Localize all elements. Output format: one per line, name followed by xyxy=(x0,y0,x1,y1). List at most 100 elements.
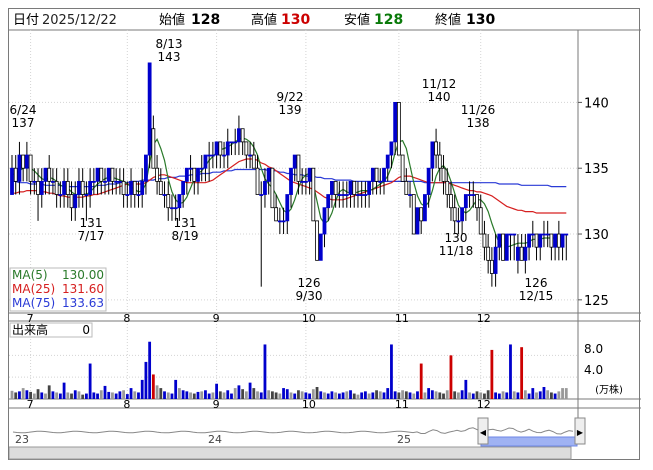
candle-body xyxy=(404,180,409,195)
candle-body xyxy=(28,154,33,182)
volume-bar xyxy=(204,390,207,399)
close-value: 130 xyxy=(466,12,495,28)
candle-body xyxy=(337,194,342,196)
volume-bar xyxy=(70,393,73,399)
candle-body xyxy=(311,167,316,222)
candle-body xyxy=(207,154,212,157)
candle-body xyxy=(251,154,256,169)
candle-body xyxy=(489,259,494,274)
month-label: 9 xyxy=(213,312,220,325)
annotation-date: 8/19 xyxy=(172,229,199,243)
candle-body xyxy=(173,207,178,210)
volume-bar xyxy=(494,392,497,399)
volume-bar xyxy=(155,385,159,399)
candle-body xyxy=(24,154,29,169)
close-label: 終値 xyxy=(435,12,461,28)
candle-body xyxy=(542,233,546,236)
candle-body xyxy=(270,167,275,209)
candle-body xyxy=(129,180,133,195)
navigator-label-24: 24 xyxy=(208,433,222,446)
candle-body xyxy=(545,233,550,236)
annotation-date: 7/17 xyxy=(78,229,105,243)
price-tick-label: 140 xyxy=(584,96,609,111)
volume-bar xyxy=(319,391,323,399)
volume-bar xyxy=(349,390,352,399)
volume-bar xyxy=(285,389,289,399)
volume-bar xyxy=(73,390,77,399)
candle-body xyxy=(318,233,323,261)
volume-bar xyxy=(207,393,211,399)
volume-bar xyxy=(516,392,520,399)
candle-body xyxy=(411,194,416,235)
candle-body xyxy=(456,220,461,223)
price-tick-label: 130 xyxy=(584,228,609,243)
low-value: 128 xyxy=(374,12,403,28)
candle-body xyxy=(475,194,479,209)
volume-bar xyxy=(174,379,178,399)
candle-body xyxy=(341,194,345,196)
volume-bar xyxy=(471,393,475,399)
volume-bar xyxy=(501,391,505,399)
candle-body xyxy=(237,128,241,143)
candle-body xyxy=(117,180,122,183)
volume-bar xyxy=(326,393,330,399)
candle-body xyxy=(281,220,286,223)
price-tick-label: 135 xyxy=(584,162,609,177)
volume-bar xyxy=(390,344,393,399)
month-label: 10 xyxy=(302,312,316,325)
ma-legend: MA(5) 130.00 MA(25) 131.60 MA(75) 133.63 xyxy=(9,267,107,312)
volume-bar xyxy=(256,391,259,399)
period-navigator[interactable]: ◀ ▶ 23 24 25 xyxy=(8,417,586,460)
candle-body xyxy=(441,167,446,182)
candle-body xyxy=(385,154,390,169)
volume-bar xyxy=(137,392,140,399)
ma25-value: 131.60 xyxy=(62,282,104,296)
candle-body xyxy=(382,167,386,182)
volume-bar xyxy=(297,390,300,399)
annotation-date: 6/24 xyxy=(10,103,37,117)
candle-body xyxy=(434,141,438,156)
candle-body xyxy=(147,62,152,156)
volume-bar xyxy=(44,393,47,399)
candle-body xyxy=(248,154,252,157)
navigator-history-line xyxy=(12,427,574,435)
volume-bar xyxy=(196,391,200,399)
volume-bar xyxy=(118,391,122,399)
volume-bar xyxy=(244,391,248,399)
volume-bar xyxy=(416,391,419,399)
candle-body xyxy=(170,207,174,210)
candle-body xyxy=(367,180,372,195)
volume-bar xyxy=(85,393,88,399)
candle-body xyxy=(307,167,312,182)
candle-body xyxy=(77,180,81,195)
candle-body xyxy=(210,154,215,157)
volume-current: 0 xyxy=(82,323,90,337)
candle-body xyxy=(303,180,308,183)
navigator-scrollbar[interactable] xyxy=(8,446,572,460)
candle-body xyxy=(199,167,204,170)
annotation-date: 12/15 xyxy=(519,289,554,303)
candle-body xyxy=(556,233,561,248)
volume-bar xyxy=(352,393,356,399)
gridlines xyxy=(9,30,578,399)
volume-bar xyxy=(185,391,189,399)
volume-bar xyxy=(505,392,509,399)
candle-body xyxy=(300,180,305,183)
month-label: 8 xyxy=(123,398,130,411)
candle-body xyxy=(460,207,465,222)
candle-body xyxy=(196,167,200,182)
candle-body xyxy=(177,194,182,209)
candle-body xyxy=(516,246,520,261)
navigator-selection[interactable] xyxy=(480,436,578,447)
volume-bar xyxy=(512,391,516,399)
volume-bar xyxy=(449,355,453,399)
volume-bar xyxy=(66,392,70,399)
volume-bar xyxy=(51,391,55,399)
volume-bar xyxy=(178,388,181,399)
volume-bar xyxy=(345,391,349,399)
candle-body xyxy=(203,154,208,169)
annotation-value: 130 xyxy=(445,231,468,245)
volume-bar xyxy=(92,392,96,399)
candle-body xyxy=(43,167,48,182)
candle-body xyxy=(162,194,167,196)
